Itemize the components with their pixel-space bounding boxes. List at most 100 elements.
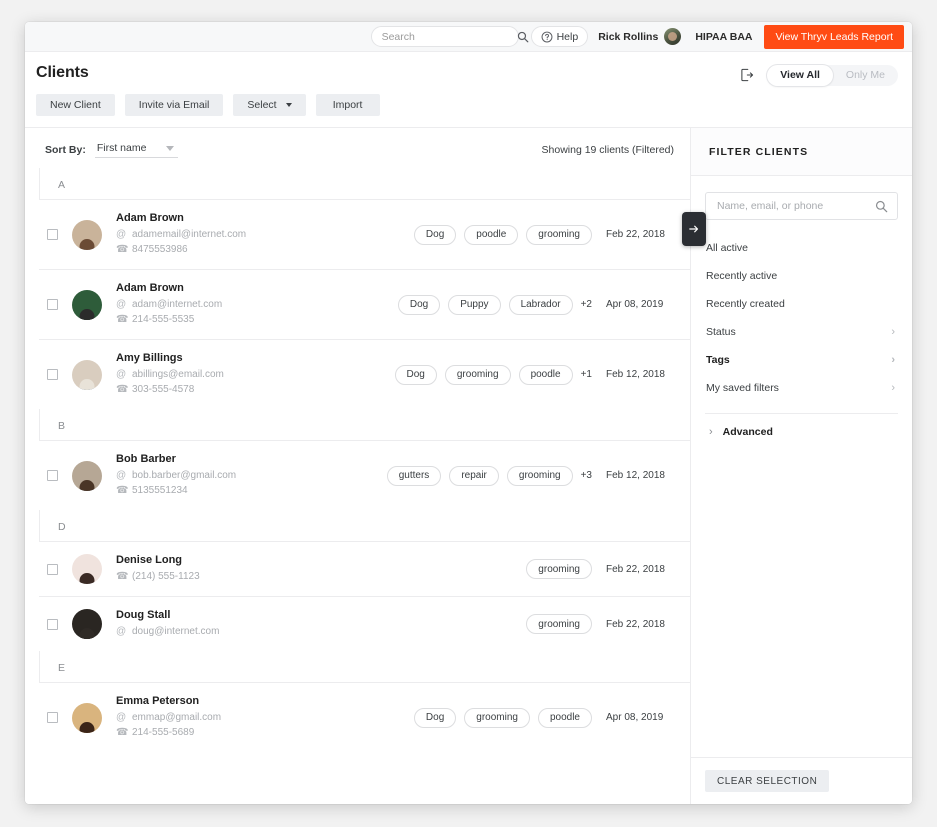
clear-selection-button[interactable]: CLEAR SELECTION — [705, 770, 829, 792]
at-icon: @ — [116, 367, 127, 382]
client-email: @adamemail@internet.com — [116, 227, 348, 242]
table-row[interactable]: Emma Peterson@emmap@gmail.com☎214-555-56… — [39, 683, 690, 752]
tag-list: gutters repair grooming +3 — [348, 466, 606, 486]
toggle-only-me[interactable]: Only Me — [833, 65, 898, 86]
client-phone-value: 214-555-5689 — [132, 725, 194, 740]
view-thryv-leads-report-button[interactable]: View Thryv Leads Report — [764, 25, 904, 49]
hipaa-baa-link[interactable]: HIPAA BAA — [695, 31, 752, 43]
toggle-view-all[interactable]: View All — [767, 65, 833, 86]
search-icon — [517, 31, 529, 43]
table-row[interactable]: Amy Billings@abillings@email.com☎303-555… — [39, 340, 690, 409]
filter-item-label: All active — [706, 242, 748, 254]
tag-chip[interactable]: poodle — [464, 225, 518, 245]
phone-icon: ☎ — [116, 312, 127, 327]
filter-item-my-saved-filters[interactable]: My saved filters› — [705, 374, 898, 402]
tag-overflow-count[interactable]: +1 — [581, 369, 592, 380]
tag-chip[interactable]: Puppy — [448, 295, 500, 315]
row-checkbox[interactable] — [47, 470, 58, 481]
group-rows: Emma Peterson@emmap@gmail.com☎214-555-56… — [39, 682, 690, 752]
group-letter-header: E — [39, 651, 690, 682]
group-letter-header: B — [39, 409, 690, 440]
tag-chip[interactable]: Labrador — [509, 295, 573, 315]
group-rows: Adam Brown@adamemail@internet.com☎847555… — [39, 199, 690, 409]
client-date: Apr 08, 2019 — [606, 299, 680, 310]
table-row[interactable]: Bob Barber@bob.barber@gmail.com☎51355512… — [39, 441, 690, 510]
new-client-button[interactable]: New Client — [36, 94, 115, 116]
import-button[interactable]: Import — [316, 94, 380, 116]
client-list-pane: Sort By: First name Showing 19 clients (… — [25, 128, 690, 804]
filter-search-input[interactable] — [717, 200, 875, 212]
client-name: Amy Billings — [116, 352, 348, 364]
tag-chip[interactable]: grooming — [507, 466, 573, 486]
sort-by-select[interactable]: First name — [95, 142, 179, 158]
export-button[interactable] — [736, 64, 758, 86]
avatar — [72, 461, 102, 491]
tag-chip[interactable]: grooming — [526, 225, 592, 245]
avatar — [72, 360, 102, 390]
sort-bar: Sort By: First name Showing 19 clients (… — [25, 128, 690, 168]
filter-item-label: Recently created — [706, 298, 785, 310]
client-phone: ☎ 214-555-5535 — [116, 312, 348, 327]
tag-chip[interactable]: poodle — [538, 708, 592, 728]
table-row[interactable]: Doug Stall@doug@internet.comgroomingFeb … — [39, 597, 690, 651]
chevron-down-icon — [166, 146, 174, 151]
filter-item-all-active[interactable]: All active — [705, 234, 898, 262]
filter-item-tags[interactable]: Tags › — [705, 346, 898, 374]
row-checkbox[interactable] — [47, 229, 58, 240]
tag-chip[interactable]: Dog — [414, 225, 456, 245]
row-checkbox[interactable] — [47, 299, 58, 310]
row-checkbox[interactable] — [47, 369, 58, 380]
tag-list: grooming — [348, 559, 606, 579]
client-phone: ☎8475553986 — [116, 242, 348, 257]
table-row[interactable]: Adam Brown@adam@internet.com☎214-555-553… — [39, 270, 690, 340]
client-phone: ☎ 214-555-5689 — [116, 725, 348, 740]
filter-item-recently-created[interactable]: Recently created — [705, 290, 898, 318]
row-checkbox[interactable] — [47, 619, 58, 630]
search-input[interactable] — [382, 31, 517, 43]
collapse-filter-panel-handle[interactable] — [682, 212, 706, 246]
client-list-scroll[interactable]: AAdam Brown@adamemail@internet.com☎84755… — [25, 168, 690, 804]
avatar — [72, 290, 102, 320]
tag-chip[interactable]: grooming — [526, 614, 592, 634]
advanced-filters-toggle[interactable]: › Advanced — [705, 414, 898, 438]
row-checkbox[interactable] — [47, 564, 58, 575]
table-row[interactable]: Denise Long☎(214) 555-1123groomingFeb 22… — [39, 542, 690, 597]
tag-chip[interactable]: Dog — [398, 295, 440, 315]
phone-icon: ☎ — [116, 725, 127, 740]
client-email-value: bob.barber@gmail.com — [132, 468, 236, 483]
client-phone-value: 214-555-5535 — [132, 312, 194, 327]
tag-chip[interactable]: poodle — [519, 365, 573, 385]
help-button[interactable]: Help — [531, 26, 589, 47]
client-email-value: emmap@gmail.com — [132, 710, 221, 725]
select-dropdown-button[interactable]: Select — [233, 94, 305, 116]
tag-chip[interactable]: gutters — [387, 466, 442, 486]
tag-chip[interactable]: Dog — [414, 708, 456, 728]
chevron-right-icon: › — [891, 354, 895, 366]
client-email: @doug@internet.com — [116, 624, 348, 639]
filter-item-recently-active[interactable]: Recently active — [705, 262, 898, 290]
view-controls: View All Only Me — [736, 64, 898, 86]
chevron-right-icon: › — [891, 382, 895, 394]
tag-chip[interactable]: grooming — [526, 559, 592, 579]
global-search[interactable] — [371, 26, 519, 47]
table-row[interactable]: Adam Brown@adamemail@internet.com☎847555… — [39, 200, 690, 270]
tag-chip[interactable]: grooming — [445, 365, 511, 385]
group-letter-header: D — [39, 510, 690, 541]
client-info: Amy Billings@abillings@email.com☎303-555… — [116, 352, 348, 397]
tag-chip[interactable]: repair — [449, 466, 499, 486]
user-menu[interactable]: Rick Rollins — [598, 28, 681, 45]
group-rows: Denise Long☎(214) 555-1123groomingFeb 22… — [39, 541, 690, 651]
tag-overflow-count[interactable]: +2 — [581, 299, 592, 310]
tag-chip[interactable]: grooming — [464, 708, 530, 728]
help-label: Help — [557, 31, 579, 43]
invite-via-email-button[interactable]: Invite via Email — [125, 94, 224, 116]
row-checkbox[interactable] — [47, 712, 58, 723]
tag-chip[interactable]: Dog — [395, 365, 437, 385]
filter-item-status[interactable]: Status› — [705, 318, 898, 346]
filter-item-label: Tags — [706, 354, 730, 366]
filter-search-box[interactable] — [705, 192, 898, 220]
client-date: Apr 08, 2019 — [606, 712, 680, 723]
client-date: Feb 22, 2018 — [606, 229, 680, 240]
tag-overflow-count[interactable]: +3 — [581, 470, 592, 481]
at-icon: @ — [116, 710, 127, 725]
